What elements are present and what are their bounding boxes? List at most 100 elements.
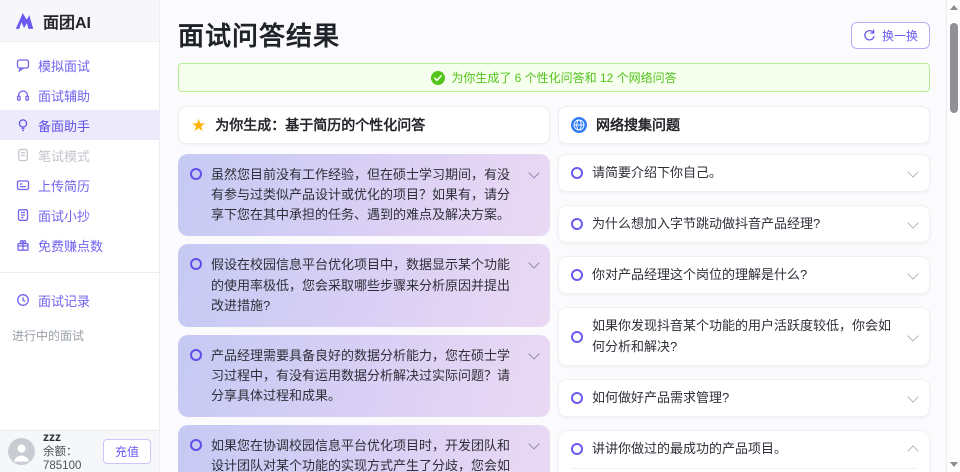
user-meta: zzz 余额： 785100	[43, 430, 95, 472]
sidebar-item-earn-points[interactable]: 免费赚点数	[0, 230, 159, 260]
banner-text: 为你生成了 6 个性化问答和 12 个网络问答	[451, 71, 677, 85]
sidebar-item-label: 上传简历	[38, 178, 91, 194]
user-balance: 余额： 785100	[43, 445, 82, 472]
question-circle-icon	[190, 439, 202, 452]
logo-text: 面团AI	[43, 14, 92, 32]
star-icon: ★	[191, 115, 207, 135]
sidebar-item-label: 免费赚点数	[38, 238, 104, 254]
question-circle-icon	[190, 348, 202, 361]
sidebar-divider	[0, 272, 159, 273]
sidebar-item-mock-interview[interactable]: 模拟面试	[0, 50, 159, 80]
chat-icon	[16, 59, 30, 72]
answer-text: 虽然我没有实际工作中的产品项目经验，但在学校参与的课程项目中，有一个校园活动组织…	[571, 467, 917, 472]
sidebar-item-cheatsheet[interactable]: 面试小抄	[0, 200, 159, 230]
question-text: 假设在校园信息平台优化项目中，数据显示某个功能的使用率极低，您会采取哪些步骤来分…	[211, 257, 511, 313]
gift-icon	[17, 239, 29, 251]
page-title: 面试问答结果	[178, 21, 341, 51]
main-content: 面试问答结果 换一换 为你生成了 6 个性化问答和 12 个网络问答 ★ 为你生…	[160, 0, 946, 472]
success-banner: 为你生成了 6 个性化问答和 12 个网络问答	[178, 63, 930, 92]
personalized-question-card[interactable]: 假设在校园信息平台优化项目中，数据显示某个功能的使用率极低，您会采取哪些步骤来分…	[178, 244, 550, 327]
clock-icon	[17, 294, 29, 306]
web-questions-header: 网络搜集问题	[558, 106, 930, 144]
user-bar: zzz 余额： 785100 充值	[0, 430, 159, 472]
web-question-card-expanded[interactable]: 讲讲你做过的最成功的产品项目。 虽然我没有实际工作中的产品项目经验，但在学校参与…	[558, 429, 930, 472]
question-circle-icon	[571, 269, 583, 282]
question-columns: ★ 为你生成：基于简历的个性化问答 虽然您目前没有工作经验，但在硕士学习期间，有…	[160, 106, 946, 472]
scrollbar-up-arrow[interactable]	[950, 5, 958, 10]
vertical-scrollbar[interactable]	[946, 0, 960, 472]
sidebar-item-prep-helper[interactable]: 备面助手	[0, 110, 159, 140]
personalized-question-card[interactable]: 虽然您目前没有工作经验，但在硕士学习期间，有没有参与过类似产品设计或优化的项目？…	[178, 154, 550, 237]
app-window: 面团AI 模拟面试 面试辅助 备面助手 笔试模式 上传简历 面试小抄 免费赚点数…	[0, 0, 960, 472]
question-circle-icon	[571, 330, 583, 343]
question-circle-icon	[571, 391, 583, 404]
web-questions-title: 网络搜集问题	[596, 117, 680, 133]
logo-area: 面团AI	[0, 0, 159, 42]
records-section-label: 进行中的面试	[12, 329, 85, 343]
sidebar-item-label: 笔试模式	[38, 148, 91, 164]
question-text: 你对产品经理这个岗位的理解是什么?	[592, 267, 808, 283]
globe-icon	[571, 117, 587, 133]
sidebar-item-label: 备面助手	[38, 118, 91, 134]
sidebar-item-written-mode[interactable]: 笔试模式	[0, 140, 159, 170]
web-question-card[interactable]: 如何做好产品需求管理?	[558, 378, 930, 417]
chevron-down-icon[interactable]	[528, 257, 540, 270]
document-icon	[18, 148, 28, 162]
web-question-card[interactable]: 你对产品经理这个岗位的理解是什么?	[558, 256, 930, 295]
question-text: 如何做好产品需求管理?	[592, 389, 730, 405]
refresh-button[interactable]: 换一换	[850, 22, 930, 49]
web-question-card[interactable]: 为什么想加入字节跳动做抖音产品经理?	[558, 205, 930, 244]
chevron-down-icon[interactable]	[528, 438, 540, 450]
chevron-down-icon[interactable]	[907, 391, 919, 403]
question-text: 讲讲你做过的最成功的产品项目。	[592, 440, 788, 456]
question-circle-icon	[571, 218, 583, 231]
personalized-header: ★ 为你生成：基于简历的个性化问答	[178, 106, 550, 144]
question-text: 虽然您目前没有工作经验，但在硕士学习期间，有没有参与过类似产品设计或优化的项目？…	[211, 167, 511, 223]
personalized-question-card[interactable]: 如果您在协调校园信息平台优化项目时，开发团队和设计团队对某个功能的实现方式产生了…	[178, 425, 550, 472]
chevron-down-icon[interactable]	[907, 329, 919, 342]
user-name: zzz	[43, 429, 61, 444]
question-text: 如果您在协调校园信息平台优化项目时，开发团队和设计团队对某个功能的实现方式产生了…	[211, 438, 511, 472]
chevron-up-icon[interactable]	[907, 445, 919, 457]
chevron-down-icon[interactable]	[907, 268, 919, 281]
web-question-card[interactable]: 如果你发现抖音某个功能的用户活跃度较低，你会如何分析和解决?	[558, 307, 930, 366]
question-text: 产品经理需要具备良好的数据分析能力，您在硕士学习过程中，有没有运用数据分析解决过…	[211, 347, 511, 404]
question-text: 为什么想加入字节跳动做抖音产品经理?	[592, 216, 821, 232]
question-circle-icon	[190, 258, 202, 271]
sidebar: 面团AI 模拟面试 面试辅助 备面助手 笔试模式 上传简历 面试小抄 免费赚点数…	[0, 0, 160, 472]
sidebar-item-label: 面试辅助	[38, 88, 91, 104]
bulb-icon	[18, 119, 28, 132]
question-circle-icon	[190, 168, 202, 180]
scrollbar-down-arrow[interactable]	[950, 462, 958, 467]
question-circle-icon	[571, 442, 583, 455]
sidebar-item-label: 模拟面试	[38, 58, 91, 74]
notebook-icon	[17, 209, 29, 221]
refresh-icon	[864, 29, 875, 41]
chevron-down-icon[interactable]	[528, 167, 540, 179]
headset-icon	[16, 90, 30, 101]
chevron-down-icon[interactable]	[907, 217, 919, 229]
personalized-column: ★ 为你生成：基于简历的个性化问答 虽然您目前没有工作经验，但在硕士学习期间，有…	[178, 106, 550, 472]
question-text: 请简要介绍下你自己。	[592, 165, 723, 180]
check-circle-icon	[431, 70, 446, 85]
main-header: 面试问答结果 换一换	[160, 0, 946, 61]
sidebar-item-interview-records[interactable]: 面试记录	[0, 285, 159, 315]
refresh-label: 换一换	[881, 29, 918, 43]
sidebar-item-interview-assist[interactable]: 面试辅助	[0, 80, 159, 110]
question-circle-icon	[571, 167, 583, 180]
scrollbar-thumb[interactable]	[950, 23, 958, 113]
personalized-question-card[interactable]: 产品经理需要具备良好的数据分析能力，您在硕士学习过程中，有没有运用数据分析解决过…	[178, 334, 550, 418]
sidebar-menu: 模拟面试 面试辅助 备面助手 笔试模式 上传简历 面试小抄 免费赚点数 面试记录…	[0, 42, 159, 430]
personalized-title: 为你生成：基于简历的个性化问答	[215, 117, 426, 133]
avatar	[8, 438, 35, 465]
resume-icon	[16, 180, 30, 191]
sidebar-item-label: 面试记录	[38, 293, 91, 309]
recharge-button[interactable]: 充值	[102, 439, 151, 464]
web-question-card[interactable]: 请简要介绍下你自己。	[558, 154, 930, 193]
web-questions-column: 网络搜集问题 请简要介绍下你自己。 为什么想加入字节跳动做抖音产品经理? 你对产…	[558, 106, 930, 472]
sidebar-item-upload-resume[interactable]: 上传简历	[0, 170, 159, 200]
question-text: 如果你发现抖音某个功能的用户活跃度较低，你会如何分析和解决?	[592, 318, 892, 354]
logo-icon	[15, 13, 34, 29]
chevron-down-icon[interactable]	[907, 166, 919, 178]
chevron-down-icon[interactable]	[528, 348, 540, 360]
